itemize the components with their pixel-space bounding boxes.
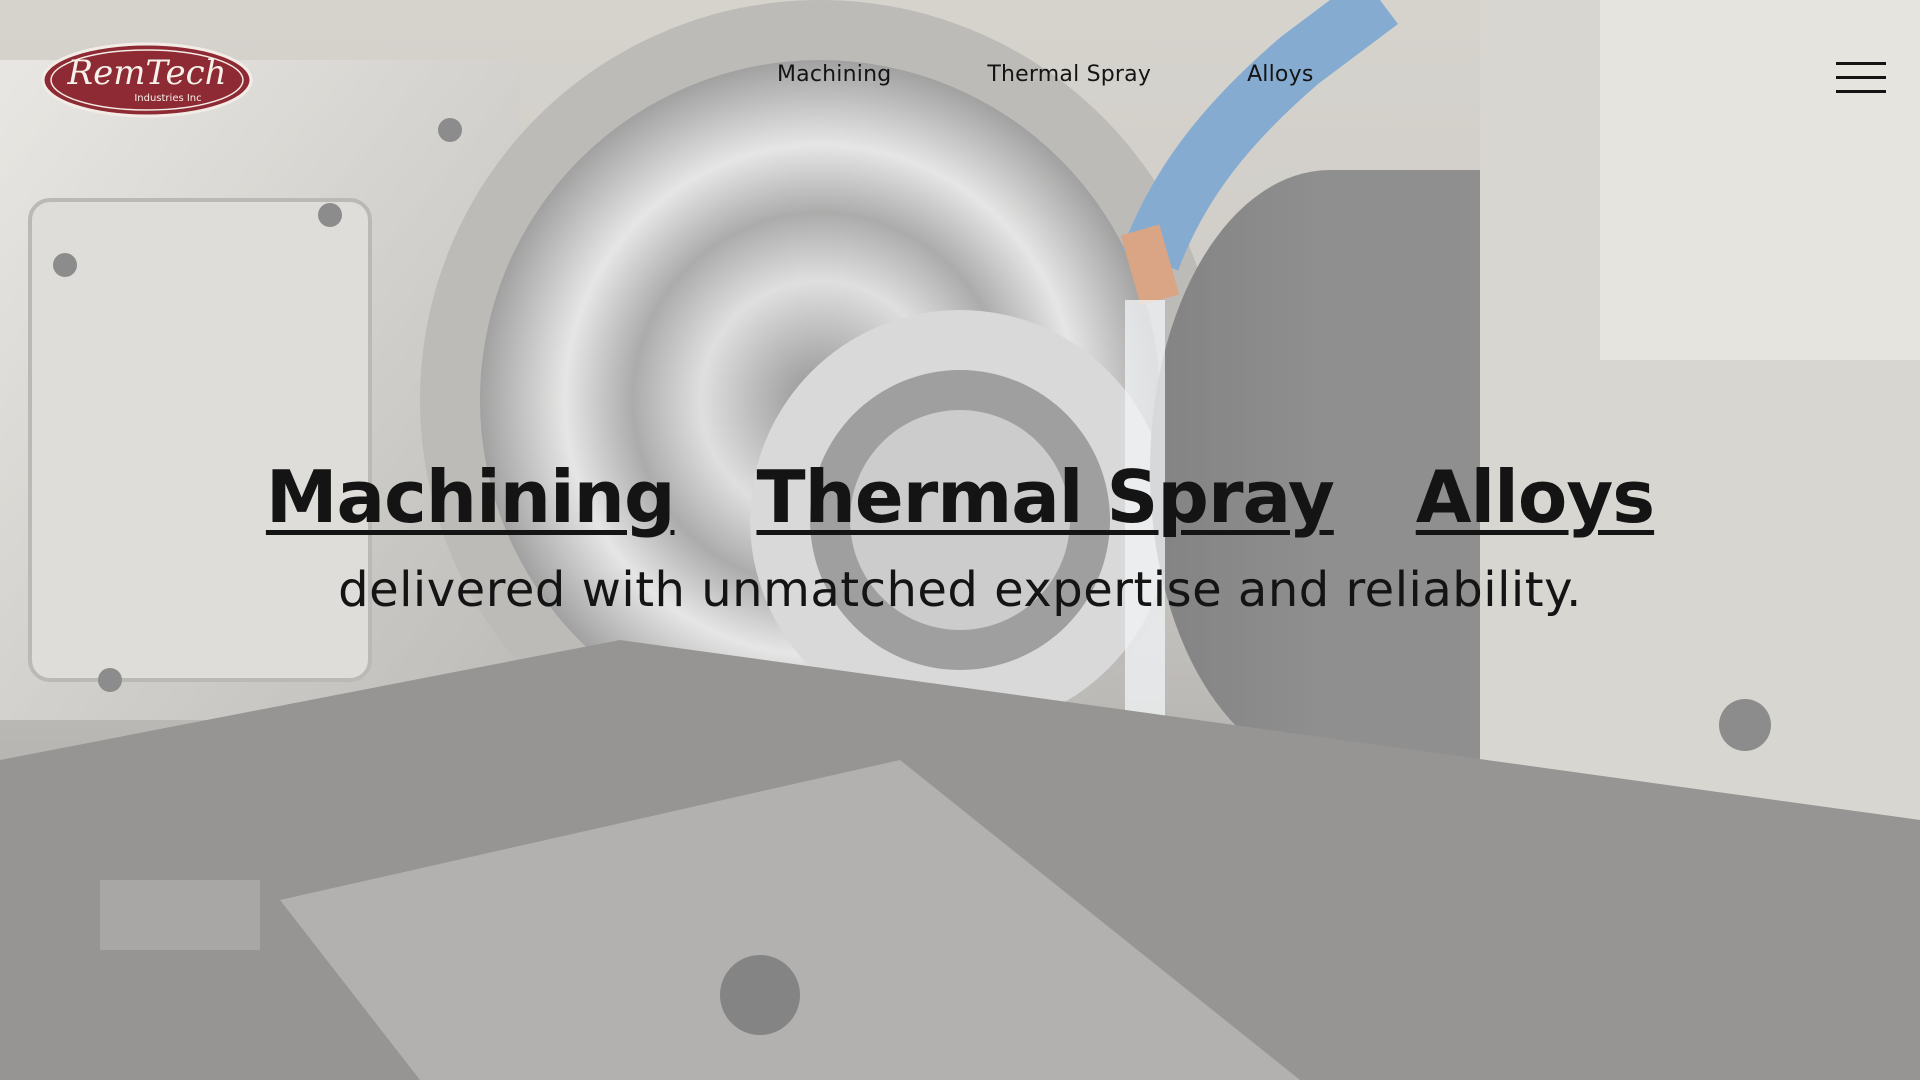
logo-wordmark: RemTech	[66, 53, 226, 93]
logo-subtitle: Industries Inc	[134, 93, 201, 104]
hero-section: Machining Thermal Spray Alloys delivered…	[0, 452, 1920, 620]
primary-nav: Machining Thermal Spray Alloys	[777, 62, 1313, 87]
nav-link-machining[interactable]: Machining	[777, 62, 891, 87]
nav-link-alloys[interactable]: Alloys	[1247, 62, 1313, 87]
hero-link-machining[interactable]: Machining	[266, 452, 676, 542]
hero-tagline: delivered with unmatched expertise and r…	[338, 562, 1582, 618]
site-header: RemTech Industries Inc Machining Thermal…	[0, 0, 1920, 160]
hamburger-menu-icon[interactable]	[1836, 58, 1886, 98]
hero-service-links: Machining Thermal Spray Alloys	[0, 452, 1920, 542]
menu-line	[1836, 90, 1886, 93]
hero-link-alloys[interactable]: Alloys	[1416, 452, 1655, 542]
remtech-logo-icon: RemTech Industries Inc	[41, 42, 253, 118]
nav-link-thermal-spray[interactable]: Thermal Spray	[987, 62, 1151, 87]
brand-logo[interactable]: RemTech Industries Inc	[40, 40, 254, 120]
menu-line	[1836, 76, 1886, 79]
hero-link-thermal-spray[interactable]: Thermal Spray	[756, 452, 1334, 542]
menu-line	[1836, 62, 1886, 65]
